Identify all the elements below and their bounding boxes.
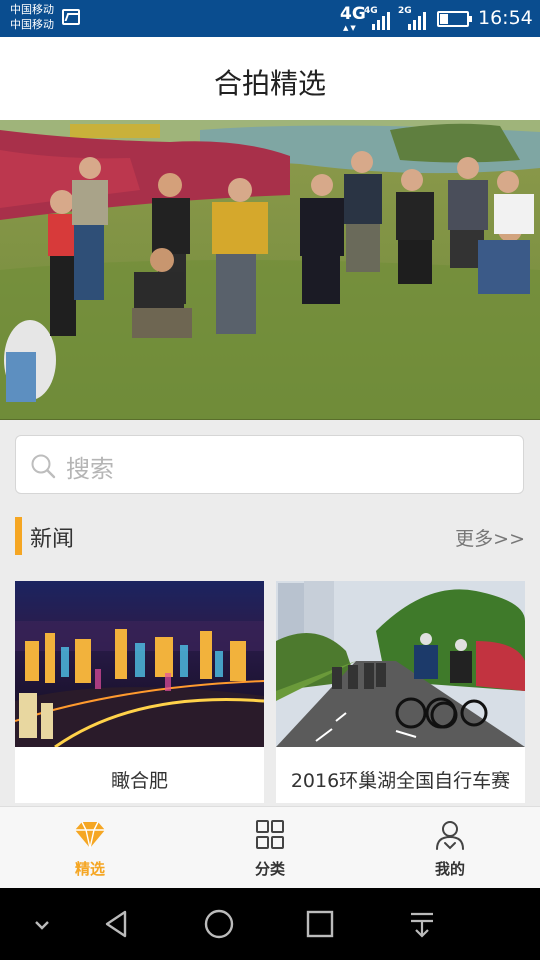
home-icon[interactable] [203, 908, 235, 940]
banner-image[interactable] [0, 120, 540, 420]
news-card-image [276, 581, 525, 747]
carrier-1-label: 中国移动 [10, 3, 54, 16]
tab-mine[interactable]: 我的 [360, 807, 540, 889]
bottom-tab-bar: 精选 分类 我的 [0, 806, 540, 888]
data-activity-icon: ▲▼ [343, 24, 358, 32]
tab-label: 我的 [434, 860, 465, 878]
search-icon [31, 454, 56, 479]
carrier-2-label: 中国移动 [10, 18, 54, 31]
page-title: 合拍精选 [213, 67, 326, 100]
network-type-label: 4G [340, 4, 366, 24]
news-card-caption: 瞰合肥 [110, 770, 168, 792]
profile-icon [436, 821, 464, 850]
news-more-link[interactable]: 更多>> [455, 524, 525, 551]
sim1-signal-icon: 4G [364, 6, 394, 30]
news-card-2[interactable]: 2016环巢湖全国自行车赛 [276, 581, 525, 803]
chevron-down-icon[interactable] [26, 908, 58, 940]
grid-icon [256, 820, 284, 849]
diamond-icon [75, 821, 105, 849]
status-bar: 中国移动 中国移动 4G ▲▼ 4G 2G 16:54 [0, 0, 540, 37]
news-card-image [15, 581, 264, 747]
system-navigation-bar [0, 888, 540, 960]
tab-label: 分类 [254, 860, 285, 878]
tab-categories[interactable]: 分类 [180, 807, 360, 889]
tab-label: 精选 [74, 860, 105, 878]
battery-level-fill [440, 14, 448, 24]
recent-apps-icon[interactable] [304, 908, 336, 940]
search-input[interactable]: 搜索 [15, 435, 524, 494]
tab-featured[interactable]: 精选 [0, 807, 180, 889]
news-section-title: 新闻 [30, 527, 75, 552]
status-time: 16:54 [478, 7, 533, 29]
gallery-notification-icon [62, 9, 80, 25]
back-icon[interactable] [101, 908, 133, 940]
battery-icon [437, 11, 472, 27]
app-header: 合拍精选 [0, 37, 540, 120]
banner-photo [0, 120, 540, 420]
news-card-1[interactable]: 瞰合肥 [15, 581, 264, 803]
sim2-signal-icon: 2G [398, 6, 430, 30]
news-card-caption: 2016环巢湖全国自行车赛 [290, 770, 511, 792]
search-placeholder: 搜索 [66, 455, 114, 483]
section-accent-bar [15, 517, 22, 555]
notification-drawer-icon[interactable] [406, 908, 438, 940]
carrier-names: 中国移动 中国移动 [10, 2, 54, 32]
